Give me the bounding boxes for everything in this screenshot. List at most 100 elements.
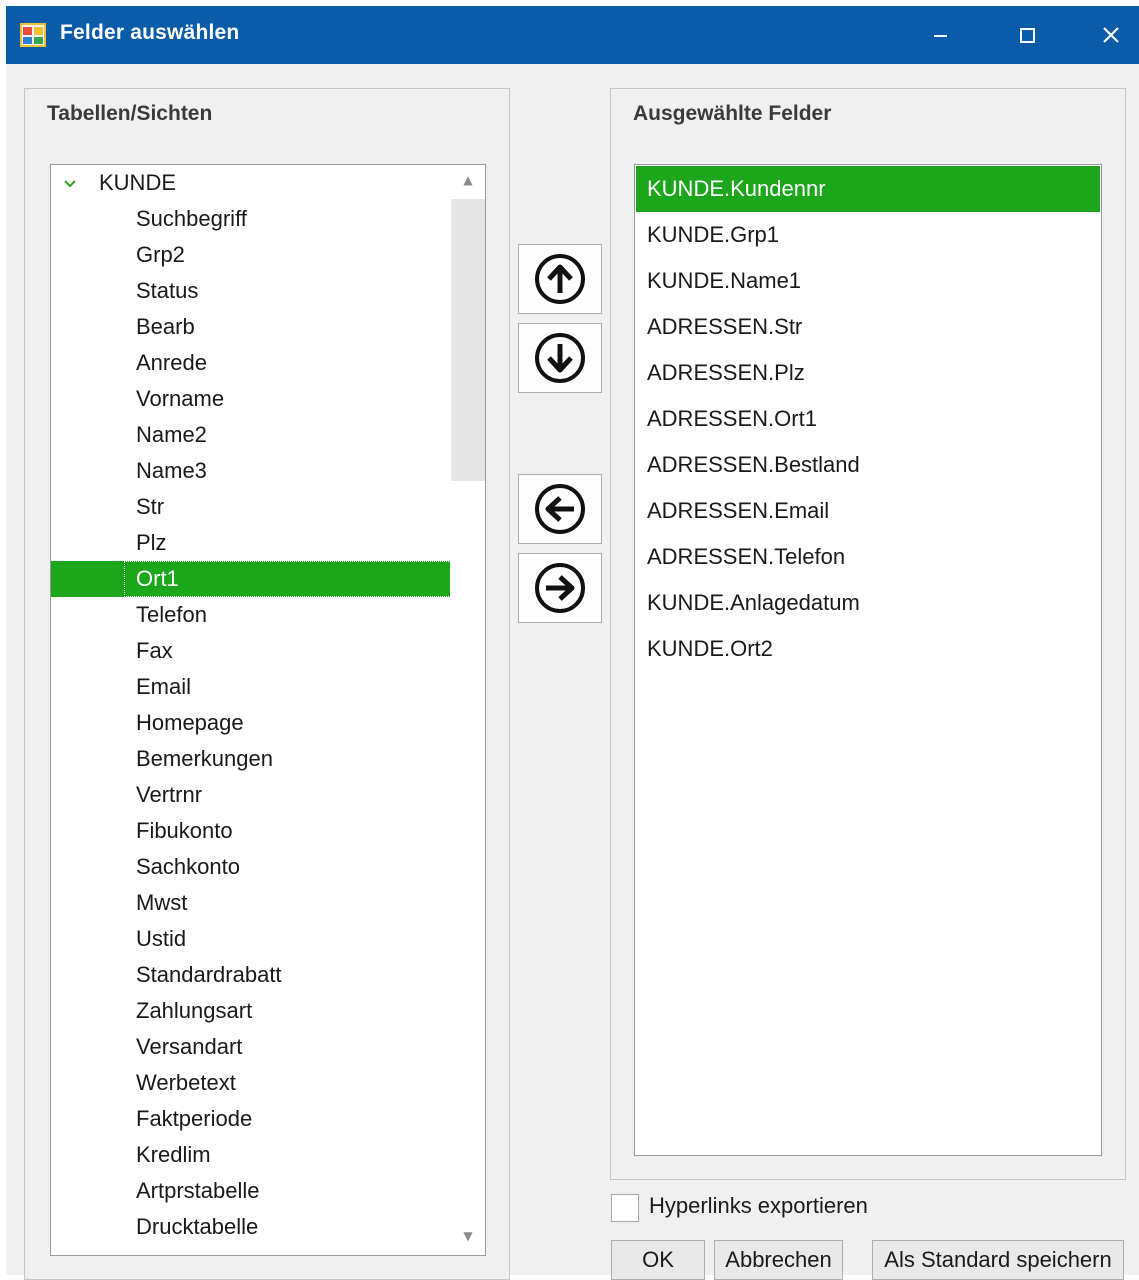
tree-item[interactable]: Grp2 [51,237,450,273]
tree-item-label: Name2 [136,422,207,447]
tree-item-label: Sachkonto [136,854,240,879]
tree-item[interactable]: Telefon [51,597,450,633]
tree-item-label: Status [136,278,199,303]
selected-fields-header: Ausgewählte Felder [633,102,832,125]
tree-item[interactable]: Status [51,273,450,309]
add-field-button[interactable] [518,553,602,623]
selected-field-item[interactable]: ADRESSEN.Str [636,304,1100,350]
tree-item[interactable]: Suchbegriff [51,201,450,237]
tree-item-label: Ort1 [124,561,451,597]
tree-item-label: Standardrabatt [136,962,282,987]
tree-item[interactable]: Plz [51,525,450,561]
save-default-button[interactable]: Als Standard speichern [872,1240,1124,1280]
tree-item-label: Plz [136,530,167,555]
tree-item-label: Drucktabelle [136,1214,259,1239]
tree-item-label: Suchbegriff [136,206,247,231]
tree-item[interactable]: Zahlungsart [51,993,450,1029]
cancel-button[interactable]: Abbrechen [714,1240,843,1280]
tree-item-label: Artprstabelle [136,1178,260,1203]
tree-item-label: Vertrnr [136,782,203,807]
maximize-icon [1020,28,1035,43]
tree-item-label: Werbetext [136,1070,236,1095]
tree-item[interactable]: Name2 [51,417,450,453]
window-title: Felder auswählen [60,21,240,44]
tree-root-label: KUNDE [99,170,177,195]
selected-field-item[interactable]: ADRESSEN.Bestland [636,442,1100,488]
scroll-up-arrow-icon[interactable]: ▲ [451,165,485,195]
maximize-button[interactable] [996,6,1056,64]
selected-field-item[interactable]: KUNDE.Ort2 [636,626,1100,672]
tree-item-label: Fax [136,638,173,663]
minimize-button[interactable] [909,6,969,64]
tree-item[interactable]: Ustid [51,921,450,957]
tree-item[interactable]: Fax [51,633,450,669]
selected-field-item[interactable]: ADRESSEN.Ort1 [636,396,1100,442]
tree-item-label: Kredlim [136,1142,211,1167]
scroll-down-arrow-icon[interactable]: ▼ [451,1221,485,1251]
tree-item-label: Fibukonto [136,818,233,843]
arrow-left-circle-icon [535,484,585,534]
close-button[interactable] [1081,6,1139,64]
tree-item-label: Mwst [136,890,188,915]
move-down-button[interactable] [518,323,602,393]
tree-item[interactable]: Homepage [51,705,450,741]
arrow-right-circle-icon [535,563,585,613]
tree-item[interactable]: Drucktabelle [51,1209,450,1245]
tree-item[interactable]: Faktperiode [51,1101,450,1137]
tree-item[interactable]: Vertrnr [51,777,450,813]
tree-scrollbar[interactable]: ▲ ▼ [451,165,485,1255]
chevron-down-icon[interactable] [63,177,77,189]
tree-item[interactable]: Name3 [51,453,450,489]
selected-fields-list[interactable]: KUNDE.Kundennr KUNDE.Grp1 KUNDE.Name1 ADRES… [634,164,1102,1156]
tree-item[interactable]: Fibukonto [51,813,450,849]
tree-item-label: Email [136,674,192,699]
tree-item[interactable]: Vorname [51,381,450,417]
tree-node-kunde[interactable]: KUNDE [51,165,450,201]
tree-item-label: Vorname [136,386,225,411]
minimize-icon [934,35,947,37]
arrow-up-circle-icon [535,254,585,304]
tree-item-label: Homepage [136,710,244,735]
tree-item[interactable]: Ort1 [51,561,451,597]
tree-item-label: Ustid [136,926,187,951]
scroll-thumb[interactable] [451,199,485,481]
arrow-down-circle-icon [535,333,585,383]
tree-item[interactable]: Bemerkungen [51,741,450,777]
app-icon [20,23,46,47]
selected-field-item[interactable]: KUNDE.Anlagedatum [636,580,1100,626]
tree-item-label: Str [136,494,165,519]
move-up-button[interactable] [518,244,602,314]
tree-item[interactable]: Versandart [51,1029,450,1065]
tree-item-label: Name3 [136,458,207,483]
tree-item[interactable]: Str [51,489,450,525]
title-bar: Felder auswählen [6,6,1139,64]
remove-field-button[interactable] [518,474,602,544]
tree-item-label: Telefon [136,602,207,627]
selected-field-item[interactable]: KUNDE.Kundennr [636,166,1100,212]
ok-button[interactable]: OK [611,1240,705,1280]
tree-item[interactable]: Kredlim [51,1137,450,1173]
hyperlinks-checkbox[interactable] [611,1194,639,1222]
close-icon [1103,27,1119,43]
tree-item-label: Grp2 [136,242,185,267]
field-tree[interactable]: KUNDE Suchbegriff Grp2 Status Bearb Anrede Vo… [50,164,486,1256]
hyperlinks-label[interactable]: Hyperlinks exportieren [649,1193,868,1219]
tree-item[interactable]: Email [51,669,450,705]
selected-field-item[interactable]: KUNDE.Grp1 [636,212,1100,258]
tree-item[interactable]: Sachkonto [51,849,450,885]
tree-item[interactable]: Anrede [51,345,450,381]
tree-item[interactable]: Bearb [51,309,450,345]
tree-item[interactable]: Standardrabatt [51,957,450,993]
tree-item-label: Anrede [136,350,207,375]
tree-item-label: Versandart [136,1034,243,1059]
tree-item[interactable]: Artprstabelle [51,1173,450,1209]
tables-views-header: Tabellen/Sichten [47,102,213,125]
selected-field-item[interactable]: ADRESSEN.Email [636,488,1100,534]
selected-field-item[interactable]: ADRESSEN.Telefon [636,534,1100,580]
tree-item-label: Bemerkungen [136,746,273,771]
tree-item[interactable]: Mwst [51,885,450,921]
selected-field-item[interactable]: ADRESSEN.Plz [636,350,1100,396]
tree-item[interactable]: Werbetext [51,1065,450,1101]
tree-item-label: Faktperiode [136,1106,253,1131]
selected-field-item[interactable]: KUNDE.Name1 [636,258,1100,304]
